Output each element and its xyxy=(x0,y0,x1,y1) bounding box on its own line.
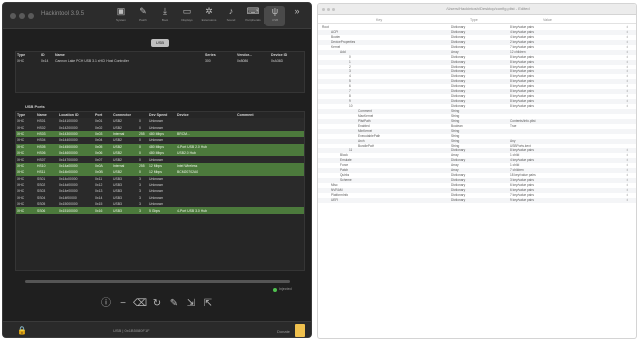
plist-type[interactable]: Dictionary xyxy=(451,198,509,203)
toolbar-button-label: USB xyxy=(271,18,279,22)
table-cell: 300 xyxy=(205,59,211,64)
document-icon[interactable] xyxy=(295,324,305,337)
usb-subtab[interactable]: USB xyxy=(151,39,169,47)
status-bar: 🔒 USB | 0x1B5080F1F Donate xyxy=(3,321,311,337)
usb-ports-label: USB Ports xyxy=(25,104,45,109)
toolbar-button-more[interactable]: » xyxy=(287,6,307,26)
close-window-button[interactable] xyxy=(10,13,16,19)
toolbar-button-displays[interactable]: ▭ Displays xyxy=(177,6,197,26)
table-cell: SS06 xyxy=(36,207,58,214)
table-cell: 0x15100000 xyxy=(58,207,94,214)
controller-row[interactable]: XHC 0x14 Cannon Lake PCH USB 3.1 xHCI Host… xyxy=(16,58,304,64)
table-cell: USB3 xyxy=(112,207,138,214)
table-cell: Cannon Lake PCH USB 3.1 xHCI Host Contro… xyxy=(55,59,129,64)
toolbar-button-sound[interactable]: ♪ Sound xyxy=(221,6,241,26)
plist-outline: Root Dictionary 8 key/value pairs ⇕ ACPI Dict… xyxy=(318,25,636,203)
status-light-icon xyxy=(273,288,277,292)
toolbar-button-label: System xyxy=(115,18,126,22)
table-cell: 5 Gbps xyxy=(148,207,176,214)
displays-icon: ▭ xyxy=(182,6,192,16)
plist-editor-window: /Users/Hackintosh/Desktop/config.plist -… xyxy=(317,3,637,339)
table-cell: XHC xyxy=(16,207,36,214)
toolbar-button-extensions[interactable]: ✲ Extensions xyxy=(199,6,219,26)
toolbar-button-peripherals[interactable]: ⌨ Peripherals xyxy=(243,6,263,26)
table-cell: 4-Port USB 3.0 Hub xyxy=(176,207,236,214)
peripherals-icon: ⌨ xyxy=(246,6,260,16)
toolbar-button-patch[interactable]: ✎ Patch xyxy=(133,6,153,26)
horizontal-scrollbar[interactable] xyxy=(25,280,290,283)
more-icon: » xyxy=(294,6,300,16)
toolbar-button-label: Boot xyxy=(161,18,169,22)
lock-icon[interactable]: 🔒 xyxy=(17,326,27,335)
table-cell: 0xA36D xyxy=(271,59,284,64)
type-column-header[interactable]: Type xyxy=(470,18,478,22)
extensions-icon: ✲ xyxy=(205,6,213,16)
info-icon[interactable]: ⓘ xyxy=(99,297,113,311)
toolbar-button-usb[interactable]: ψ USB xyxy=(265,6,285,26)
hackintool-window: Hackintool 3.9.5 ▣ System ✎ Patch ⤓ Boot ▭ Disp… xyxy=(2,2,312,338)
editor-titlebar: /Users/Hackintosh/Desktop/config.plist -… xyxy=(318,4,636,15)
plist-value[interactable]: 9 key/value pairs xyxy=(510,198,610,203)
remove-icon[interactable]: − xyxy=(116,297,130,311)
patch-icon: ✎ xyxy=(139,6,147,16)
refresh-icon[interactable]: ↻ xyxy=(150,297,164,311)
editor-zoom-button[interactable] xyxy=(332,8,335,11)
sound-icon: ♪ xyxy=(228,6,234,16)
minimize-window-button[interactable] xyxy=(19,13,25,19)
edit-icon[interactable]: ✎ xyxy=(167,297,181,311)
window-title: Hackintool 3.9.5 xyxy=(41,11,85,17)
plist-key[interactable]: UEFI xyxy=(331,198,338,203)
table-cell xyxy=(236,207,304,214)
status-light-label: Injected xyxy=(279,287,292,291)
usb-ports-panel: Type Name Location ID Port Connector Dev Spee… xyxy=(15,111,305,271)
toolbar-button-label: Patch xyxy=(139,18,147,22)
usb-ports-table: Type Name Location ID Port Connector Dev Spee… xyxy=(16,112,304,214)
zoom-window-button[interactable] xyxy=(28,13,34,19)
toolbar-button-label: Peripherals xyxy=(245,18,261,22)
table-cell: XHC xyxy=(17,59,25,64)
plist-row[interactable]: UEFI Dictionary 9 key/value pairs ⇕ xyxy=(318,197,636,203)
value-column-header[interactable]: Value xyxy=(543,18,552,22)
table-cell: 3 xyxy=(138,207,148,214)
editor-title: /Users/Hackintosh/Desktop/config.plist -… xyxy=(446,6,530,11)
controllers-panel: Type ID Name Series Vendor... Device ID XHC 0x… xyxy=(15,51,305,93)
editor-minimize-button[interactable] xyxy=(327,8,330,11)
donate-link[interactable]: Donate xyxy=(277,329,290,334)
boot-icon: ⤓ xyxy=(163,6,167,16)
action-bar: ⓘ − ⌫ ↻ ✎ ⇲ ⇱ xyxy=(3,297,311,319)
table-cell: 0x8086 xyxy=(237,59,249,64)
usb-port-row[interactable]: XHC SS06 0x15100000 0x16 USB3 3 5 Gbps 4-Port U… xyxy=(16,207,304,214)
editor-column-header: Key Type Value xyxy=(318,16,636,24)
controllers-table: Type ID Name Series Vendor... Device ID XHC 0x… xyxy=(16,52,304,64)
desktop: Hackintool 3.9.5 ▣ System ✎ Patch ⤓ Boot ▭ Disp… xyxy=(0,0,639,342)
usb-icon: ψ xyxy=(271,6,279,16)
editor-close-button[interactable] xyxy=(322,8,325,11)
import-icon[interactable]: ⇲ xyxy=(184,297,198,311)
clean-icon[interactable]: ⌫ xyxy=(133,297,147,311)
toolbar-button-label: Sound xyxy=(226,18,236,22)
export-icon[interactable]: ⇱ xyxy=(201,297,215,311)
toolbar-button-boot[interactable]: ⤓ Boot xyxy=(155,6,175,26)
key-column-header[interactable]: Key xyxy=(376,18,382,22)
type-stepper-icon[interactable]: ⇕ xyxy=(626,198,629,203)
system-icon: ▣ xyxy=(116,6,126,16)
table-cell: 0x16 xyxy=(94,207,112,214)
table-cell: 0x14 xyxy=(41,59,49,64)
toolbar-button-system[interactable]: ▣ System xyxy=(111,6,131,26)
toolbar-button-label: Displays xyxy=(181,18,193,22)
toolbar-button-label: Extensions xyxy=(201,18,217,22)
status-center-text: USB | 0x1B5080F1F xyxy=(113,328,150,333)
app-toolbar: Hackintool 3.9.5 ▣ System ✎ Patch ⤓ Boot ▭ Disp… xyxy=(3,3,311,29)
